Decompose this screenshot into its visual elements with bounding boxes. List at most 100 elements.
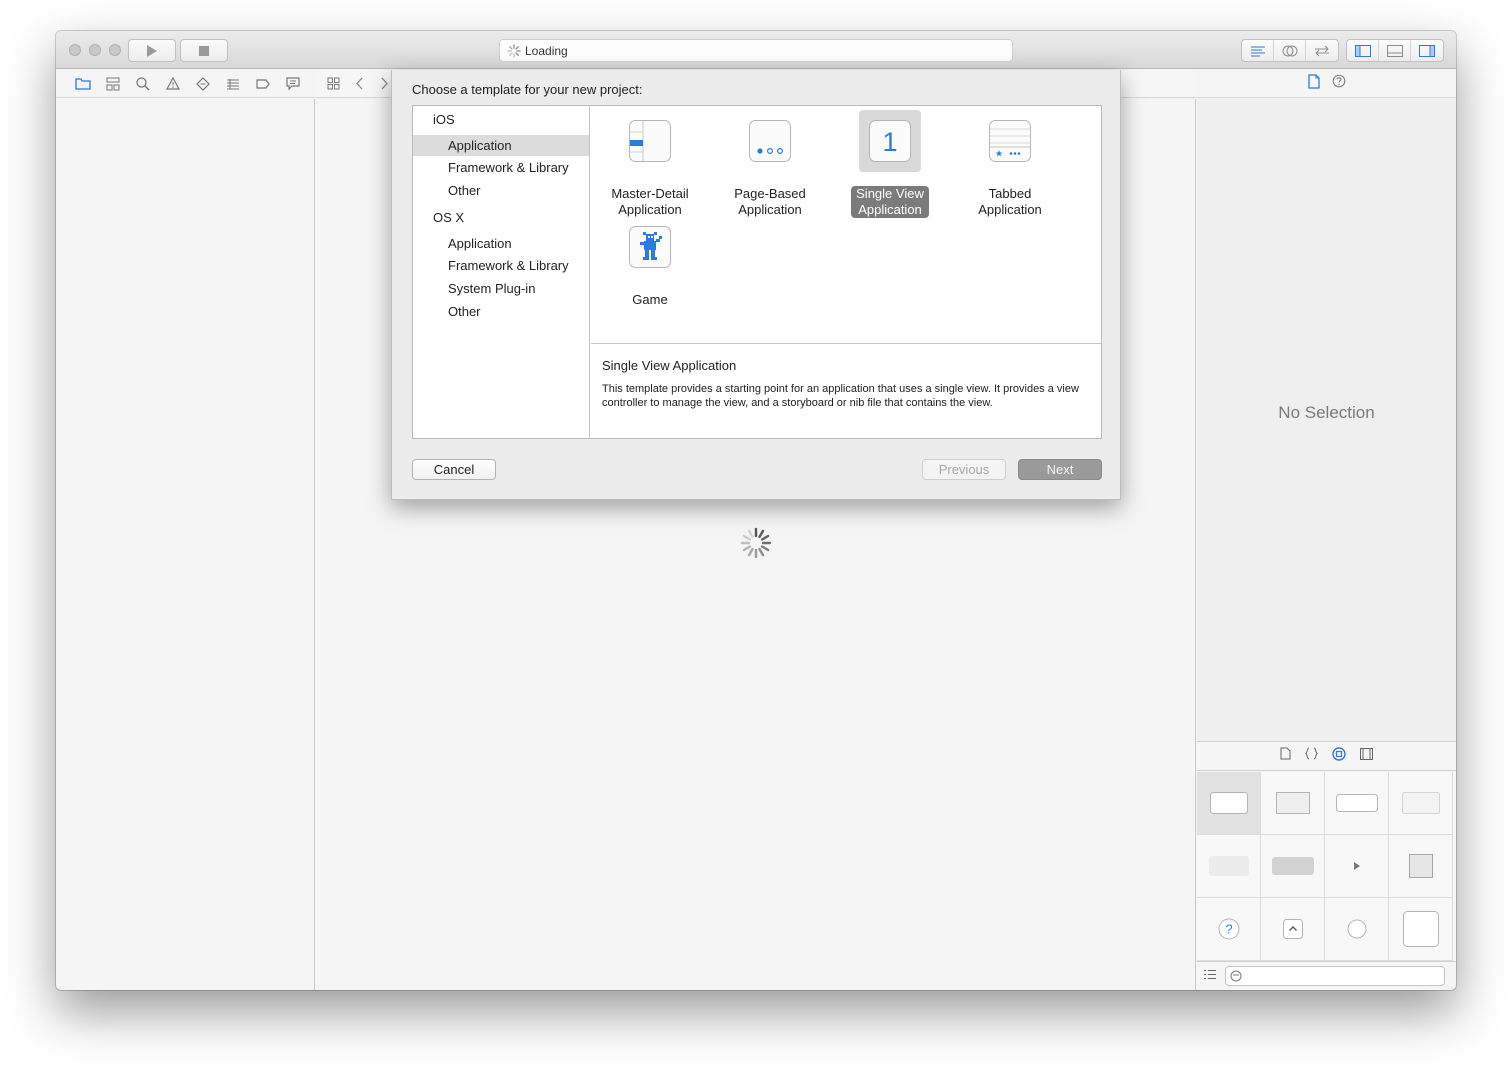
toggle-debug-area-button[interactable]	[1379, 40, 1411, 61]
media-library-button[interactable]	[1360, 747, 1373, 765]
test-navigator-button[interactable]	[188, 70, 218, 98]
template-icon-wrap	[739, 110, 801, 172]
library-item[interactable]	[1261, 772, 1325, 835]
film-icon	[1360, 748, 1373, 760]
debug-navigator-button[interactable]	[218, 70, 248, 98]
template-label-line1: Master-Detail	[611, 186, 689, 201]
object-library-icon	[1332, 746, 1346, 761]
library-filter-field[interactable]	[1225, 966, 1445, 986]
activity-text: Loading	[525, 43, 568, 58]
version-editor-button[interactable]	[1306, 40, 1338, 61]
toolbar: Loading	[56, 31, 1456, 69]
find-navigator-button[interactable]	[128, 70, 158, 98]
search-icon	[136, 76, 150, 91]
template-icon-wrap	[619, 216, 681, 278]
chevron-left-icon	[356, 77, 363, 90]
svg-text:?: ?	[1225, 922, 1232, 937]
library-item[interactable]	[1325, 772, 1389, 835]
tabbed-icon: ★	[989, 120, 1031, 162]
disclosure-triangle-icon	[1353, 862, 1360, 870]
library-item[interactable]	[1325, 898, 1389, 961]
template-description-panel: Single View Application This template pr…	[591, 345, 1101, 438]
standard-editor-button[interactable]	[1242, 40, 1274, 61]
category-ios-other[interactable]: Other	[413, 180, 589, 201]
issue-navigator-button[interactable]	[158, 70, 188, 98]
object-library-button[interactable]	[1332, 746, 1346, 766]
list-icon	[1204, 970, 1216, 979]
minimize-window-button[interactable]	[89, 44, 101, 56]
loading-spinner-icon	[740, 527, 772, 559]
quick-help-button[interactable]	[1332, 74, 1346, 93]
category-osx-application[interactable]: Application	[413, 233, 589, 254]
symbol-navigator-button[interactable]	[98, 70, 128, 98]
diamond-icon	[196, 76, 210, 91]
category-osx-system-plugin[interactable]: System Plug-in	[413, 278, 589, 299]
template-single-view[interactable]: 1 Single View Application	[835, 110, 945, 219]
template-label-line1: Page-Based	[734, 186, 806, 201]
cancel-button[interactable]: Cancel	[412, 459, 496, 480]
stop-button[interactable]	[180, 39, 228, 62]
category-ios-framework-library[interactable]: Framework & Library	[413, 157, 589, 178]
category-osx-framework-library[interactable]: Framework & Library	[413, 255, 589, 276]
right-panel-icon	[1419, 44, 1435, 57]
description-body: This template provides a starting point …	[602, 383, 1079, 409]
navigator-area	[56, 99, 315, 990]
file-inspector-button[interactable]	[1307, 73, 1320, 94]
filter-icon	[1230, 970, 1242, 982]
template-chooser-sheet: Choose a template for your new project: …	[391, 70, 1121, 500]
template-icon-wrap	[619, 110, 681, 172]
category-osx-other[interactable]: Other	[413, 301, 589, 322]
category-list: iOS Application Framework & Library Othe…	[413, 106, 590, 438]
library-item[interactable]	[1261, 898, 1325, 961]
library-item[interactable]	[1197, 772, 1261, 835]
toggle-utilities-button[interactable]	[1411, 40, 1443, 61]
library-item[interactable]	[1389, 835, 1453, 898]
gauge-icon	[227, 78, 239, 89]
object-library-grid: ?	[1197, 772, 1456, 961]
inspector-selector-bar	[1197, 70, 1456, 98]
category-ios-application[interactable]: Application	[413, 135, 589, 156]
template-label: Game	[627, 292, 672, 308]
view-toggle-segmented-control	[1346, 39, 1444, 62]
library-item[interactable]	[1325, 835, 1389, 898]
close-window-button[interactable]	[69, 44, 81, 56]
breakpoint-navigator-button[interactable]	[248, 70, 278, 98]
template-chooser-box: iOS Application Framework & Library Othe…	[412, 105, 1102, 439]
report-navigator-button[interactable]	[278, 70, 308, 98]
run-button[interactable]	[128, 39, 176, 62]
library-item[interactable]	[1197, 835, 1261, 898]
template-label-line2: Application	[858, 202, 922, 217]
help-button-icon: ?	[1218, 918, 1239, 940]
back-button[interactable]	[346, 70, 372, 98]
library-item[interactable]	[1261, 835, 1325, 898]
hierarchy-icon	[106, 77, 120, 90]
template-icon-wrap: 1	[859, 110, 921, 172]
activity-spinner-icon	[507, 43, 521, 58]
version-editor-icon	[1315, 45, 1329, 56]
template-master-detail[interactable]: Master-Detail Application	[595, 110, 705, 219]
toggle-navigator-button[interactable]	[1347, 40, 1379, 61]
template-label: Page-Based Application	[729, 186, 811, 218]
template-label-line1: Tabbed	[988, 186, 1032, 201]
chevron-right-icon	[381, 77, 388, 90]
project-navigator-button[interactable]	[68, 70, 98, 98]
library-item[interactable]	[1389, 898, 1453, 961]
related-items-button[interactable]	[320, 70, 346, 98]
no-selection-label: No Selection	[1278, 403, 1375, 422]
next-button[interactable]: Next	[1018, 459, 1102, 480]
warning-icon	[166, 77, 180, 90]
library-selector-bar	[1197, 741, 1456, 771]
box-object-icon	[1408, 854, 1433, 878]
file-template-library-button[interactable]	[1280, 747, 1291, 765]
template-game[interactable]: Game	[595, 216, 705, 309]
template-page-based[interactable]: Page-Based Application	[715, 110, 825, 219]
previous-button[interactable]: Previous	[922, 459, 1006, 480]
page-based-icon	[749, 120, 791, 162]
list-view-toggle[interactable]	[1203, 967, 1217, 985]
zoom-window-button[interactable]	[109, 44, 121, 56]
library-item[interactable]	[1389, 772, 1453, 835]
code-snippet-library-button[interactable]	[1305, 747, 1318, 765]
assistant-editor-button[interactable]	[1274, 40, 1306, 61]
library-item[interactable]: ?	[1197, 898, 1261, 961]
template-tabbed[interactable]: ★ Tabbed Application	[955, 110, 1065, 219]
